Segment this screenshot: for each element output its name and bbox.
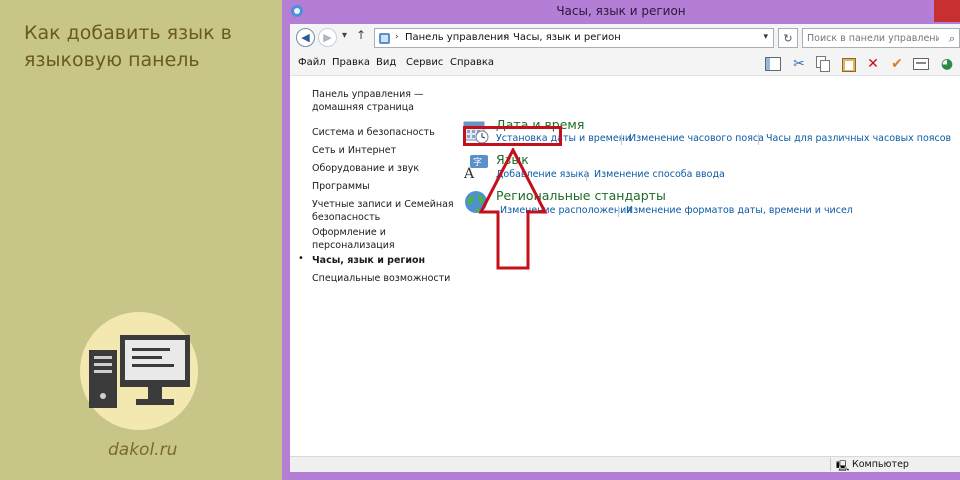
address-row: ◀ ▶ ▾ ↑ › Панель управления › Часы, язык…: [290, 24, 960, 52]
link-clocks-time-zones[interactable]: Часы для различных часовых поясов: [766, 133, 951, 144]
status-divider: [830, 458, 831, 471]
link-divider: [586, 170, 587, 181]
breadcrumb-separator: ›: [395, 32, 399, 42]
chevron-down-icon: ▾: [342, 30, 348, 41]
sidebar-item-control-panel-home[interactable]: Панель управления — домашняя страница: [312, 88, 462, 114]
menu-bar: Файл Правка Вид Сервис Справка ✂ ✕ ✔ ◕: [290, 52, 960, 76]
status-bar: 🖳 Компьютер: [290, 456, 960, 472]
search-input[interactable]: [807, 31, 939, 45]
search-box: ⌕: [802, 28, 960, 48]
site-logo: [80, 312, 198, 430]
sidebar-item-system-security[interactable]: Система и безопасность: [312, 126, 462, 139]
window-client: ◀ ▶ ▾ ↑ › Панель управления › Часы, язык…: [290, 24, 960, 472]
menu-help[interactable]: Справка: [450, 57, 494, 68]
active-bullet: •: [298, 253, 304, 264]
refresh-button[interactable]: ↻: [778, 28, 798, 48]
link-divider: [758, 134, 759, 145]
sidebar-item-accessibility[interactable]: Специальные возможности: [312, 272, 462, 285]
article-panel: Как добавить язык в языковую панель dako…: [0, 0, 282, 480]
arrow-right-icon: ▶: [323, 31, 332, 44]
control-panel-icon: [379, 33, 390, 44]
window-title: Часы, язык и регион: [556, 4, 686, 18]
site-name: dakol.ru: [108, 440, 178, 460]
arrow-up-icon: ↑: [356, 28, 367, 42]
breadcrumb-current[interactable]: Часы, язык и регион: [513, 32, 621, 43]
forward-button[interactable]: ▶: [318, 28, 337, 47]
article-title: Как добавить язык в языковую панель: [24, 22, 232, 71]
copy-icon[interactable]: [814, 55, 832, 73]
sidebar-item-hardware-sound[interactable]: Оборудование и звук: [312, 162, 462, 175]
link-change-input-method[interactable]: Изменение способа ввода: [594, 169, 725, 180]
menu-view[interactable]: Вид: [376, 57, 396, 68]
link-change-formats[interactable]: Изменение форматов даты, времени и чисел: [626, 205, 853, 216]
computer-icon: 🖳: [836, 461, 850, 472]
layout-icon[interactable]: [764, 55, 782, 73]
menu-tools[interactable]: Сервис: [406, 57, 443, 68]
link-divider: [618, 206, 619, 217]
address-bar[interactable]: › Панель управления › Часы, язык и регио…: [374, 28, 774, 48]
up-button[interactable]: ↑: [356, 28, 366, 42]
menu-edit[interactable]: Правка: [332, 57, 370, 68]
close-window-button[interactable]: [934, 0, 960, 22]
sidebar-item-network-internet[interactable]: Сеть и Интернет: [312, 144, 462, 157]
menu-file[interactable]: Файл: [298, 57, 326, 68]
link-change-time-zone[interactable]: Изменение часового пояса: [629, 133, 764, 144]
navigation-pane: Панель управления — домашняя страница Си…: [290, 76, 460, 456]
chevron-down-icon[interactable]: ▾: [763, 32, 768, 42]
highlight-box: [463, 126, 562, 146]
svg-text:A: A: [463, 166, 475, 180]
control-panel-window: Часы, язык и регион ◀ ▶ ▾ ↑ › Панель упр…: [282, 0, 960, 480]
refresh-icon: ↻: [783, 31, 793, 45]
globe-icon[interactable]: ◕: [938, 55, 956, 73]
sidebar-item-appearance[interactable]: Оформление и персонализация: [312, 226, 462, 252]
checkmark-icon[interactable]: ✔: [888, 55, 906, 73]
sidebar-item-programs[interactable]: Программы: [312, 180, 462, 193]
link-divider: [621, 134, 622, 145]
recent-pages-dropdown[interactable]: ▾: [342, 30, 347, 41]
search-icon[interactable]: ⌕: [949, 32, 955, 46]
sidebar-item-user-accounts[interactable]: Учетные записи и Семейная безопасность: [312, 198, 462, 224]
breadcrumb-separator: ›: [503, 32, 507, 42]
breadcrumb-control-panel[interactable]: Панель управления: [405, 32, 509, 43]
computer-icon: [89, 335, 190, 408]
status-text: Компьютер: [852, 459, 909, 470]
paste-icon[interactable]: [840, 55, 858, 73]
properties-icon[interactable]: [912, 55, 930, 73]
delete-icon[interactable]: ✕: [864, 55, 882, 73]
title-bar[interactable]: Часы, язык и регион: [282, 0, 960, 24]
arrow-left-icon: ◀: [301, 31, 310, 44]
back-button[interactable]: ◀: [296, 28, 315, 47]
sidebar-item-clock-language-region[interactable]: Часы, язык и регион: [312, 254, 462, 267]
cut-icon[interactable]: ✂: [790, 55, 808, 73]
highlight-arrow-icon: [478, 148, 548, 270]
